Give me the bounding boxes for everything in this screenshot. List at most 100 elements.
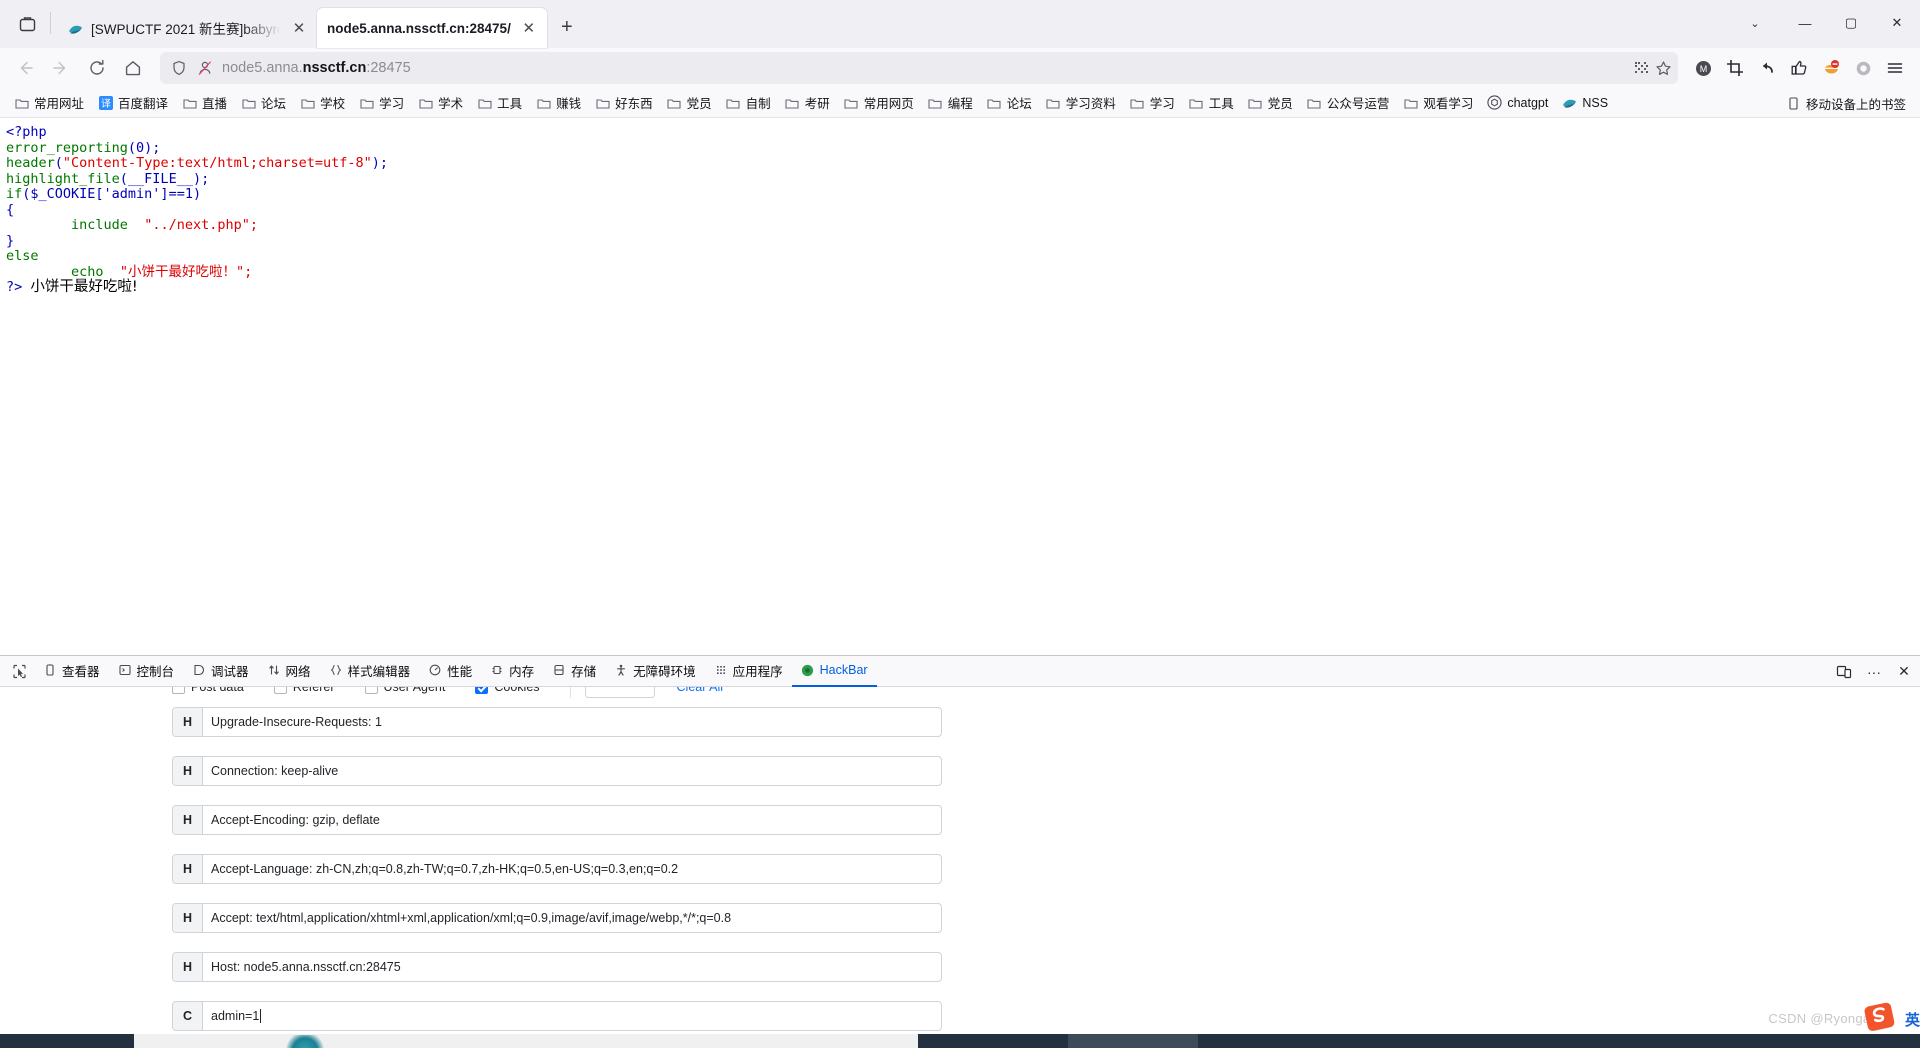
- app-menu-icon[interactable]: [1880, 53, 1910, 83]
- browser-window: [SWPUCTF 2021 新生赛]babyrce ✕ node5.anna.n…: [0, 0, 1920, 1048]
- tab-overflow-chevron-icon[interactable]: ⌄: [1728, 0, 1782, 46]
- nss-wave-icon: [67, 20, 83, 36]
- list-all-tabs-button[interactable]: [10, 7, 44, 41]
- tracker-blocked-icon[interactable]: [196, 59, 214, 77]
- header-value-input[interactable]: Accept: text/html,application/xhtml+xml,…: [203, 904, 941, 932]
- metamask-icon[interactable]: M: [1688, 53, 1718, 83]
- devtools-tab-debugger[interactable]: 调试器: [183, 656, 258, 687]
- devtools-tab-application[interactable]: 应用程序: [705, 656, 792, 687]
- qr-code-icon[interactable]: [1632, 59, 1650, 77]
- cookie-value-input[interactable]: admin=1: [203, 1002, 941, 1030]
- close-window-button[interactable]: ✕: [1874, 0, 1920, 46]
- post-data-checkbox[interactable]: [172, 687, 185, 694]
- header-value-input[interactable]: Host: node5.anna.nssctf.cn:28475: [203, 953, 941, 981]
- element-picker-icon[interactable]: [4, 656, 34, 687]
- forward-button[interactable]: [44, 51, 78, 85]
- tab-close-button[interactable]: ✕: [289, 18, 309, 38]
- devtools-tab-style-editor[interactable]: 样式编辑器: [320, 656, 420, 687]
- shield-icon[interactable]: [170, 59, 188, 77]
- header-type-tag: H: [173, 806, 203, 834]
- mobile-bookmarks-item[interactable]: 移动设备上的书签: [1780, 91, 1912, 116]
- new-tab-button[interactable]: +: [551, 11, 583, 43]
- reload-button[interactable]: [80, 51, 114, 85]
- hackbar-option-post-data[interactable]: Post data: [172, 687, 244, 694]
- folder-icon: [595, 95, 610, 110]
- home-button[interactable]: [116, 51, 150, 85]
- bookmark-item-13[interactable]: 常用网页: [838, 90, 920, 115]
- hackbar-option-cookies[interactable]: Cookies: [475, 687, 540, 694]
- adblock-icon[interactable]: [1816, 53, 1846, 83]
- bookmark-item-20[interactable]: 公众号运营: [1301, 90, 1396, 115]
- bookmark-label: 考研: [804, 97, 830, 111]
- address-bar[interactable]: node5.anna.nssctf.cn:28475: [160, 52, 1678, 84]
- devtools-tab-accessibility[interactable]: 无障碍环境: [605, 656, 705, 687]
- bookmark-item-2[interactable]: 直播: [176, 90, 233, 115]
- bookmark-item-16[interactable]: 学习资料: [1040, 90, 1122, 115]
- devtools-tab-console[interactable]: 控制台: [109, 656, 184, 687]
- user-agent-checkbox[interactable]: [364, 687, 378, 694]
- hackbar-small-input[interactable]: [584, 687, 655, 698]
- folder-icon: [418, 95, 433, 110]
- circle-icon[interactable]: [1848, 53, 1878, 83]
- hackbar-option-user-agent[interactable]: User Agent: [364, 687, 445, 694]
- referer-checkbox[interactable]: [273, 687, 287, 694]
- devtools-tab-storage[interactable]: 存储: [543, 656, 605, 687]
- crop-icon[interactable]: [1720, 53, 1750, 83]
- bookmark-item-6[interactable]: 学术: [412, 90, 469, 115]
- header-row[interactable]: H Host: node5.anna.nssctf.cn:28475: [172, 952, 942, 982]
- bookmark-item-3[interactable]: 论坛: [235, 90, 292, 115]
- bookmark-item-21[interactable]: 观看学习: [1397, 90, 1479, 115]
- responsive-design-mode-icon[interactable]: [1830, 658, 1858, 686]
- header-row[interactable]: H Accept: text/html,application/xhtml+xm…: [172, 903, 942, 933]
- header-value-input[interactable]: Upgrade-Insecure-Requests: 1: [203, 708, 941, 736]
- bookmark-item-5[interactable]: 学习: [353, 90, 410, 115]
- devtools-tab-network[interactable]: 网络: [258, 656, 320, 687]
- bookmark-item-15[interactable]: 论坛: [981, 90, 1038, 115]
- header-row[interactable]: H Upgrade-Insecure-Requests: 1: [172, 707, 942, 737]
- bookmark-item-22[interactable]: chatgpt: [1481, 92, 1554, 113]
- maximize-button[interactable]: ▢: [1828, 0, 1874, 46]
- mobile-bookmarks-button[interactable]: 移动设备上的书签: [1780, 88, 1912, 118]
- thumbs-up-icon[interactable]: [1784, 53, 1814, 83]
- devtools-tab-performance[interactable]: 性能: [419, 656, 481, 687]
- star-icon[interactable]: [1654, 59, 1672, 77]
- bookmark-item-19[interactable]: 党员: [1242, 90, 1299, 115]
- undo-arrow-icon[interactable]: [1752, 53, 1782, 83]
- bookmark-item-0[interactable]: 常用网址: [8, 90, 90, 115]
- header-value-input[interactable]: Accept-Encoding: gzip, deflate: [203, 806, 941, 834]
- bookmark-item-1[interactable]: 译百度翻译: [92, 90, 174, 115]
- url-prefix: node5.anna.: [222, 60, 303, 76]
- devtools-tab-inspector[interactable]: 查看器: [34, 656, 109, 687]
- devtools-more-icon[interactable]: ···: [1860, 658, 1888, 686]
- devtools-tab-memory[interactable]: 内存: [481, 656, 543, 687]
- tab-strip: [SWPUCTF 2021 新生赛]babyrce ✕ node5.anna.n…: [0, 0, 1920, 48]
- bookmark-item-10[interactable]: 党员: [661, 90, 718, 115]
- bookmark-item-11[interactable]: 自制: [720, 90, 777, 115]
- bookmark-item-9[interactable]: 好东西: [589, 90, 659, 115]
- cookies-checkbox[interactable]: [475, 687, 489, 694]
- header-row[interactable]: H Accept-Encoding: gzip, deflate: [172, 805, 942, 835]
- tab-close-button[interactable]: ✕: [519, 18, 539, 38]
- bookmark-item-18[interactable]: 工具: [1183, 90, 1240, 115]
- bookmark-item-14[interactable]: 编程: [922, 90, 979, 115]
- bookmark-item-17[interactable]: 学习: [1124, 90, 1181, 115]
- bookmark-item-8[interactable]: 赚钱: [530, 90, 587, 115]
- bookmark-item-23[interactable]: NSS: [1556, 92, 1614, 113]
- bookmark-item-7[interactable]: 工具: [471, 90, 528, 115]
- header-value-input[interactable]: Connection: keep-alive: [203, 757, 941, 785]
- header-value-input[interactable]: Accept-Language: zh-CN,zh;q=0.8,zh-TW;q=…: [203, 855, 941, 883]
- hackbar-clear-all-button[interactable]: Clear All: [677, 687, 724, 694]
- bookmark-item-12[interactable]: 考研: [779, 90, 836, 115]
- minimize-button[interactable]: —: [1782, 0, 1828, 46]
- devtools-tab-hackbar[interactable]: HackBar: [791, 656, 877, 687]
- browser-tab-0[interactable]: [SWPUCTF 2021 新生赛]babyrce ✕: [57, 8, 317, 48]
- cookie-row[interactable]: C admin=1: [172, 1001, 942, 1031]
- browser-tab-1[interactable]: node5.anna.nssctf.cn:28475/ ✕: [317, 8, 547, 48]
- back-button[interactable]: [8, 51, 42, 85]
- devtools-close-icon[interactable]: ✕: [1890, 658, 1918, 686]
- hackbar-option-referer[interactable]: Referer: [273, 687, 335, 694]
- header-row[interactable]: H Accept-Language: zh-CN,zh;q=0.8,zh-TW;…: [172, 854, 942, 884]
- header-row[interactable]: H Connection: keep-alive: [172, 756, 942, 786]
- bookmark-item-4[interactable]: 学校: [294, 90, 351, 115]
- address-bar-text[interactable]: node5.anna.nssctf.cn:28475: [222, 60, 1624, 76]
